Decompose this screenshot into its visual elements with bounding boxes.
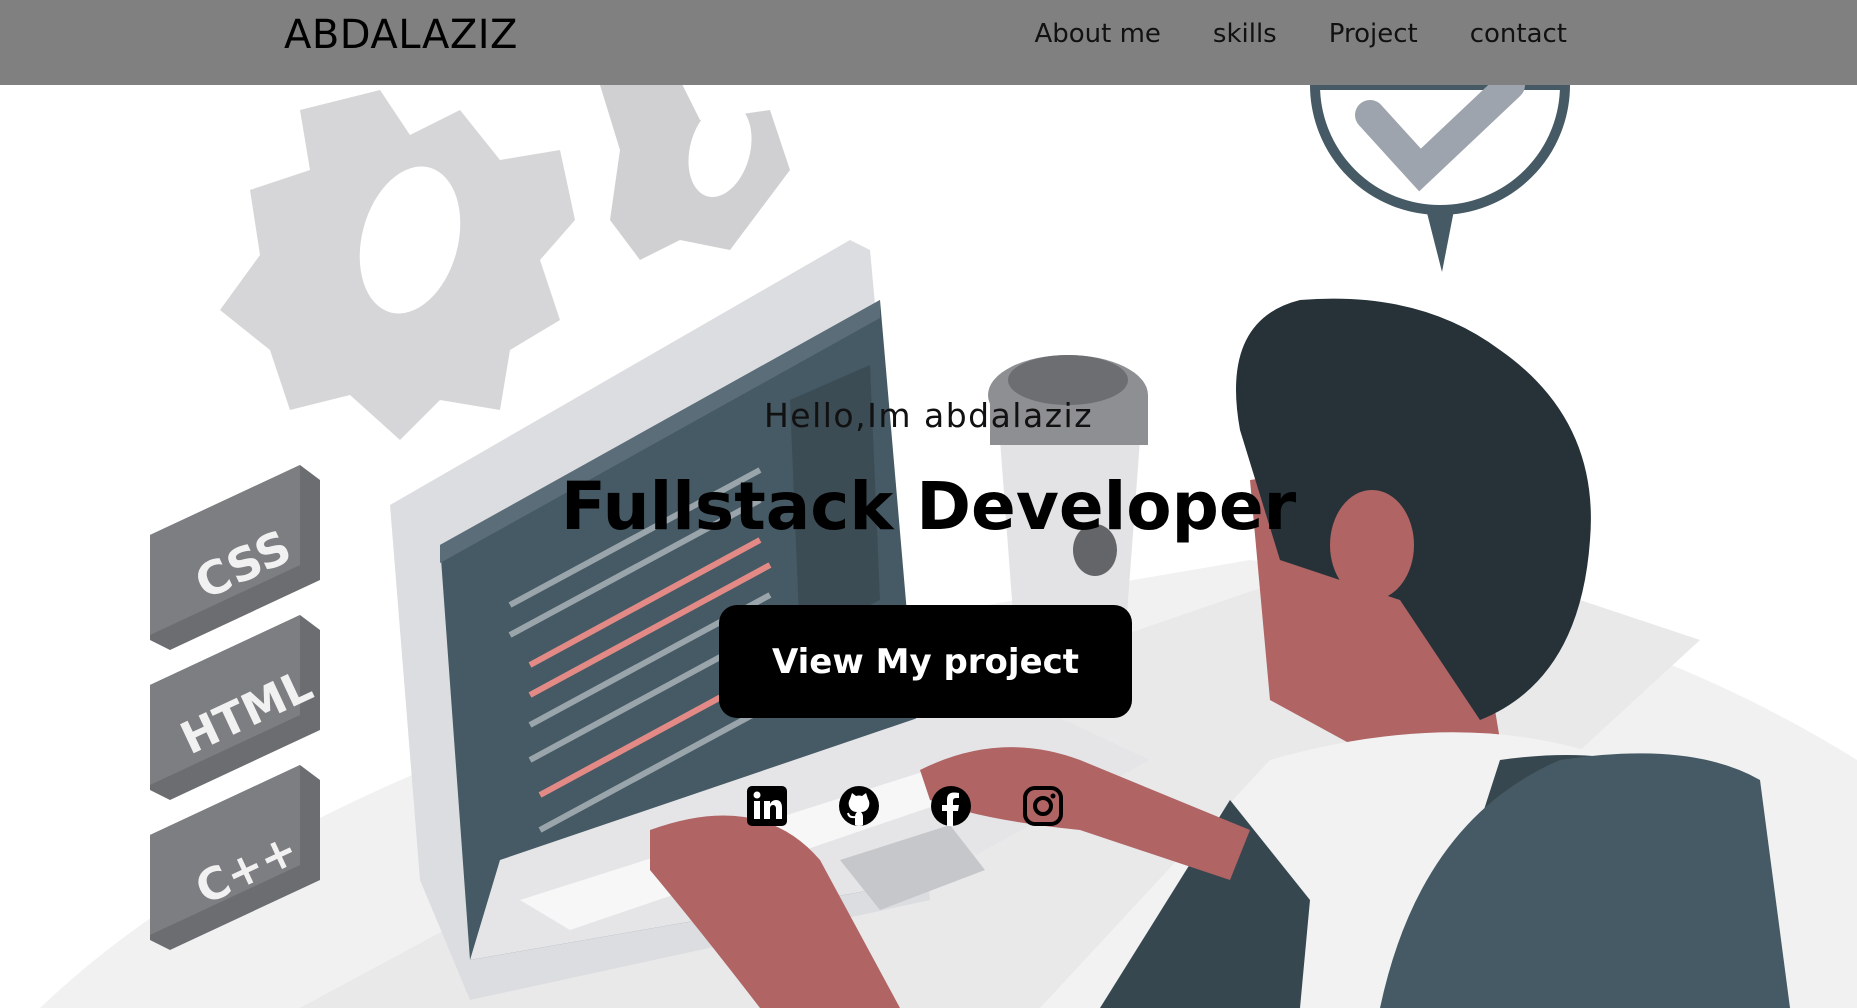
navbar: ABDALAZIZ About me skills Project contac…	[0, 0, 1857, 85]
instagram-icon[interactable]	[1021, 784, 1065, 828]
nav-links: About me skills Project contact	[1034, 19, 1567, 49]
social-links	[745, 784, 1065, 828]
hero-greeting: Hello,Im abdalaziz	[763, 396, 1094, 435]
nav-link-about[interactable]: About me	[1034, 19, 1160, 49]
hero-role-title: Fullstack Developer	[560, 468, 1297, 545]
linkedin-icon[interactable]	[745, 784, 789, 828]
nav-link-skills[interactable]: skills	[1213, 19, 1277, 49]
view-project-button[interactable]: View My project	[719, 605, 1132, 718]
github-icon[interactable]	[837, 784, 881, 828]
facebook-icon[interactable]	[929, 784, 973, 828]
brand-logo[interactable]: ABDALAZIZ	[284, 12, 518, 58]
hero-section: Hello,Im abdalaziz Fullstack Developer V…	[0, 0, 1857, 1008]
nav-link-contact[interactable]: contact	[1470, 19, 1567, 49]
nav-link-project[interactable]: Project	[1329, 19, 1418, 49]
